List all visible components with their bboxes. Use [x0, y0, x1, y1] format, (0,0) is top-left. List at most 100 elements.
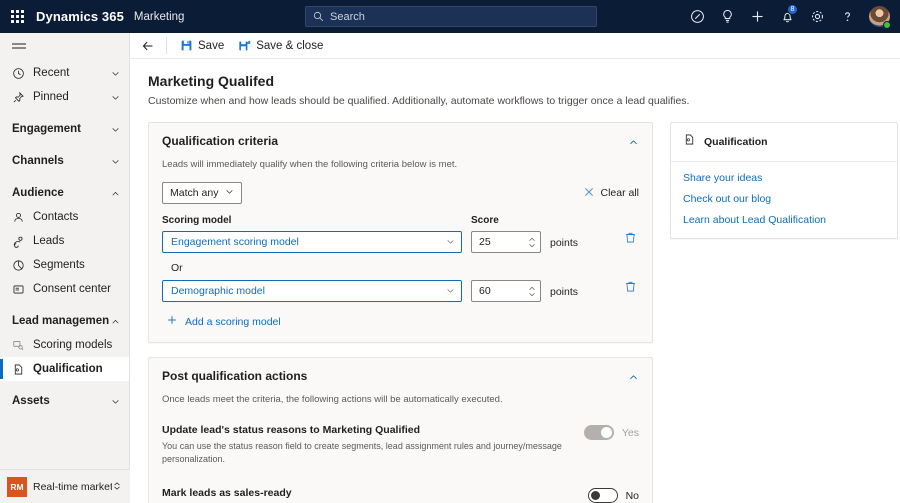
page-title: Marketing Qualifed: [148, 73, 275, 89]
chevron-down-icon[interactable]: [109, 157, 121, 166]
card-body: Match any Clear all Scoring model Score …: [149, 170, 652, 342]
sidebar-item-label: Contacts: [33, 211, 79, 223]
collapse-chevron-up-icon[interactable]: [628, 369, 639, 388]
chevron-down-icon[interactable]: [109, 69, 121, 78]
close-icon: [583, 186, 595, 201]
segment-icon: [12, 259, 28, 272]
app-launcher-button[interactable]: [0, 0, 34, 33]
chevron-down-icon[interactable]: [109, 93, 121, 102]
sidebar-item-pinned[interactable]: Pinned: [0, 85, 129, 109]
help-panel-title: Qualification: [704, 136, 768, 148]
chevron-down-icon[interactable]: [109, 125, 121, 134]
chevron-up-icon[interactable]: [109, 189, 121, 198]
toggle-state-label: Yes: [621, 426, 639, 439]
match-type-dropdown[interactable]: Match any: [162, 182, 243, 204]
notification-bell-icon[interactable]: 8: [772, 0, 802, 33]
sidebar-item-scoring-models[interactable]: Scoring models: [0, 333, 129, 357]
sidebar-group-label: Engagement: [12, 123, 82, 135]
score-stepper[interactable]: 60: [471, 280, 541, 302]
delete-row-icon[interactable]: [622, 278, 639, 300]
right-column: Qualification Share your ideas Check out…: [670, 122, 898, 503]
content-columns: Qualification criteria Leads will immedi…: [148, 122, 900, 503]
card-header: Post qualification actions: [149, 358, 652, 388]
card-subtitle: Once leads meet the criteria, the follow…: [162, 394, 503, 405]
action-row-update-status: Update lead's status reasons to Marketin…: [162, 421, 639, 466]
qualification-icon: [12, 363, 28, 376]
scoring-model-dropdown[interactable]: Engagement scoring model: [162, 231, 462, 253]
score-label: Score: [471, 215, 499, 226]
help-link-learn[interactable]: Learn about Lead Qualification: [683, 214, 885, 226]
criteria-row: Engagement scoring model 25 points: [162, 229, 639, 253]
help-panel-body: Share your ideas Check out our blog Lear…: [671, 162, 897, 238]
add-scoring-model-label: Add a scoring model: [185, 315, 281, 328]
settings-gear-icon[interactable]: [802, 0, 832, 33]
pin-icon: [12, 91, 28, 104]
global-search-box[interactable]: Search: [305, 6, 597, 27]
help-question-icon[interactable]: [832, 0, 862, 33]
scoring-model-dropdown[interactable]: Demographic model: [162, 280, 462, 302]
lightbulb-icon[interactable]: [712, 0, 742, 33]
app-switcher[interactable]: RM Real-time marketi...: [0, 469, 130, 503]
sidebar-item-consent-center[interactable]: Consent center: [0, 277, 129, 301]
sidebar-item-label: Consent center: [33, 283, 111, 295]
score-value: 25: [479, 236, 491, 248]
compass-icon[interactable]: [682, 0, 712, 33]
waffle-grid-icon: [10, 10, 24, 23]
scoring-model-value: Demographic model: [171, 285, 265, 297]
help-link-share-ideas[interactable]: Share your ideas: [683, 172, 885, 184]
command-bar-divider: [166, 37, 167, 54]
score-stepper[interactable]: 25: [471, 231, 541, 253]
back-button[interactable]: [136, 34, 160, 58]
app-name-label: Marketing: [133, 10, 185, 23]
sidebar-collapse-button[interactable]: [0, 33, 129, 59]
sidebar-item-segments[interactable]: Segments: [0, 253, 129, 277]
save-button[interactable]: Save: [173, 34, 231, 58]
chevron-down-icon[interactable]: [109, 397, 121, 406]
sidebar-group-lead-management[interactable]: Lead management: [0, 309, 129, 333]
update-status-toggle[interactable]: [583, 425, 614, 440]
sidebar-group-assets[interactable]: Assets: [0, 389, 129, 413]
action-description: You can use the status reason field to c…: [162, 441, 562, 465]
toggle-knob: [590, 491, 600, 501]
user-avatar-button[interactable]: [862, 0, 896, 33]
match-type-value: Match any: [170, 187, 219, 199]
save-icon: [181, 40, 192, 51]
score-column: Score: [471, 215, 541, 229]
stepper-arrows[interactable]: [528, 237, 536, 248]
sales-ready-toggle[interactable]: [587, 488, 618, 503]
scoring-model-value: Engagement scoring model: [171, 236, 299, 248]
app-switcher-chevron-icon[interactable]: [112, 478, 122, 496]
clear-all-label: Clear all: [600, 187, 639, 199]
save-and-close-icon: [239, 40, 251, 51]
app-switcher-label: Real-time marketi...: [33, 480, 112, 493]
sidebar-item-label: Qualification: [33, 363, 103, 375]
command-bar: Save Save & close: [130, 33, 900, 59]
sidebar-item-qualification[interactable]: Qualification: [0, 357, 129, 381]
sidebar-item-recent[interactable]: Recent: [0, 61, 129, 85]
add-scoring-model-button[interactable]: Add a scoring model: [166, 314, 639, 329]
sidebar-group-engagement[interactable]: Engagement: [0, 117, 129, 141]
sidebar-group-audience[interactable]: Audience: [0, 181, 129, 205]
chevron-down-icon: [446, 282, 455, 300]
card-subtitle: Leads will immediately qualify when the …: [162, 159, 458, 170]
chevron-up-icon[interactable]: [109, 317, 121, 326]
scoring-model-icon: [12, 339, 28, 352]
sidebar-item-leads[interactable]: Leads: [0, 229, 129, 253]
help-link-blog[interactable]: Check out our blog: [683, 193, 885, 205]
collapse-chevron-up-icon[interactable]: [628, 134, 639, 153]
save-and-close-button[interactable]: Save & close: [231, 34, 330, 58]
delete-row-icon[interactable]: [622, 229, 639, 251]
sidebar-item-label: Leads: [33, 235, 65, 247]
plus-icon[interactable]: [742, 0, 772, 33]
sidebar-group-channels[interactable]: Channels: [0, 149, 129, 173]
hamburger-menu-icon: [12, 42, 26, 50]
toggle-knob: [600, 427, 612, 438]
clear-all-button[interactable]: Clear all: [583, 186, 639, 201]
sidebar-item-contacts[interactable]: Contacts: [0, 205, 129, 229]
save-label: Save: [198, 39, 225, 52]
top-bar-icon-group: 8: [682, 0, 896, 33]
stepper-arrows[interactable]: [528, 286, 536, 297]
search-icon: [313, 11, 324, 22]
